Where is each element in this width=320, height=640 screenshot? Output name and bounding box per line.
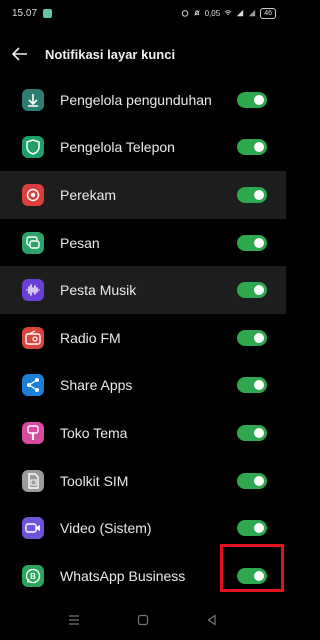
- toggle-knob: [254, 427, 264, 438]
- notification-toggle[interactable]: [237, 234, 267, 251]
- app-row[interactable]: Toko Tema: [0, 409, 286, 457]
- recents-button[interactable]: [62, 608, 86, 632]
- notification-toggle[interactable]: [237, 186, 267, 203]
- mute-icon: [193, 10, 200, 16]
- app-row[interactable]: Pengelola Telepon: [0, 124, 286, 172]
- annotation-highlight-box: [220, 544, 284, 592]
- app-row[interactable]: Toolkit SIM: [0, 457, 286, 505]
- app-row[interactable]: Perekam: [0, 171, 286, 219]
- notification-toggle[interactable]: [237, 377, 267, 394]
- toggle-knob: [254, 523, 264, 534]
- menu-icon: [69, 615, 80, 625]
- toggle-knob: [254, 94, 264, 105]
- video-icon: [22, 517, 44, 540]
- notification-toggle[interactable]: [237, 139, 267, 156]
- notification-toggle[interactable]: [237, 520, 267, 537]
- radio-icon: [22, 326, 44, 349]
- record-icon: [22, 183, 44, 206]
- sim-icon: [22, 469, 44, 492]
- toggle-knob: [254, 285, 264, 296]
- music-wave-icon: [22, 279, 44, 302]
- notification-toggle[interactable]: [237, 424, 267, 441]
- app-header: Notifikasi layar kunci: [0, 34, 286, 74]
- toggle-knob: [254, 142, 264, 153]
- status-time: 15.07: [12, 7, 38, 19]
- notification-toggle[interactable]: [237, 282, 267, 299]
- app-row[interactable]: Radio FM: [0, 314, 286, 362]
- app-row[interactable]: Pengelola pengunduhan: [0, 76, 286, 124]
- back-nav-button[interactable]: [200, 608, 224, 632]
- toggle-knob: [254, 189, 264, 200]
- toggle-knob: [254, 475, 264, 486]
- page-title: Notifikasi layar kunci: [45, 46, 176, 62]
- svg-text:B: B: [30, 572, 36, 581]
- message-icon: [22, 231, 44, 254]
- status-bar: 15.07 0,05 46: [0, 0, 286, 26]
- home-square-icon: [137, 614, 149, 626]
- back-button[interactable]: [0, 34, 40, 74]
- share-icon: [22, 374, 44, 397]
- alarm-icon: [181, 10, 188, 17]
- net-speed: 0,05: [204, 8, 221, 18]
- toggle-knob: [254, 332, 264, 343]
- toggle-knob: [254, 380, 264, 391]
- brush-icon: [22, 421, 44, 444]
- download-icon: [22, 88, 44, 111]
- notification-toggle[interactable]: [237, 329, 267, 346]
- app-list: Pengelola pengunduhan Pengelola Telepon Pe…: [0, 76, 286, 600]
- app-row[interactable]: Pesta Musik: [0, 266, 286, 314]
- home-button[interactable]: [131, 608, 155, 632]
- notification-app-icon: [43, 8, 53, 18]
- notification-toggle[interactable]: [237, 472, 267, 489]
- shield-icon: [22, 136, 44, 159]
- navigation-bar: [0, 600, 286, 640]
- wifi-icon: [224, 10, 232, 15]
- toggle-knob: [254, 237, 264, 248]
- back-arrow-icon: [12, 47, 27, 61]
- signal-icon: [237, 9, 244, 17]
- app-row[interactable]: Pesan: [0, 219, 286, 267]
- back-triangle-icon: [207, 614, 216, 626]
- battery-indicator: 46: [260, 7, 276, 19]
- signal-icon-2: [249, 9, 256, 17]
- whatsapp-business-icon: B: [22, 564, 44, 587]
- notification-toggle[interactable]: [237, 91, 267, 108]
- app-row[interactable]: Share Apps: [0, 362, 286, 410]
